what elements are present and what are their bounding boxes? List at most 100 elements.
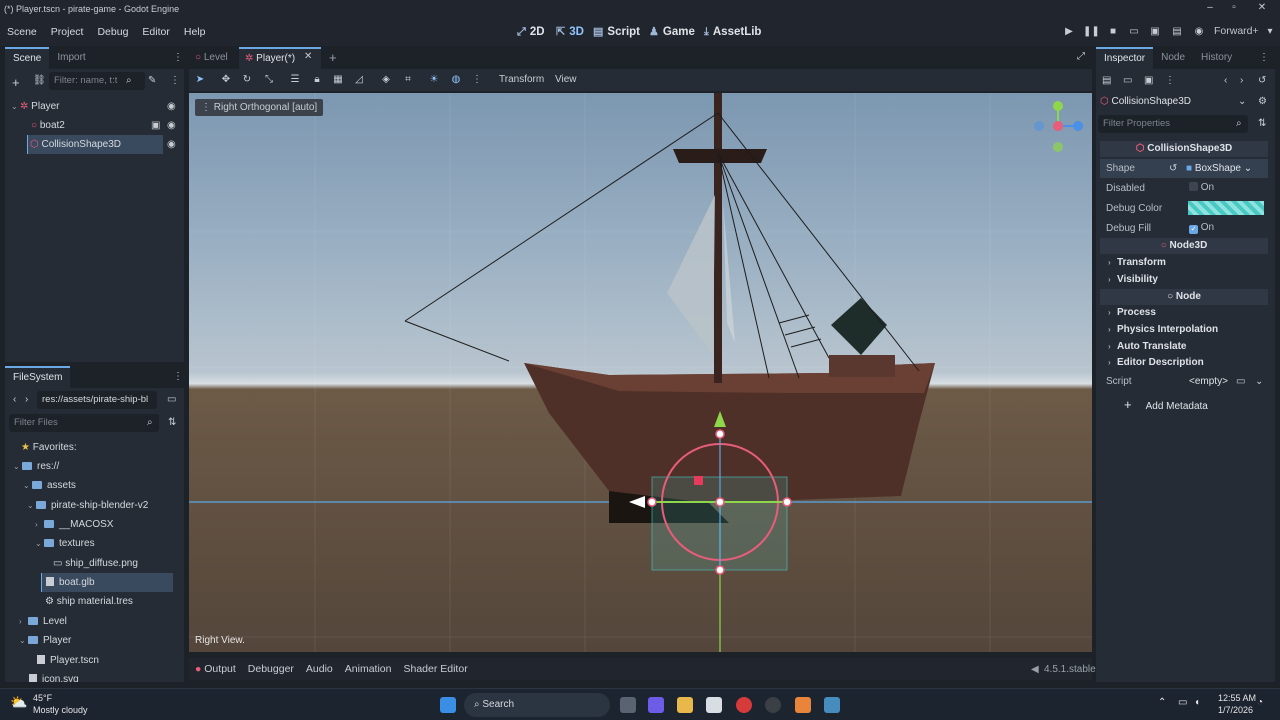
projection-menu[interactable]: ⋮ Right Orthogonal [auto] [195,99,324,116]
menu-editor[interactable]: Editor [135,18,176,46]
dock-menu-icon[interactable]: ⋮ [173,52,183,63]
renderer-select[interactable]: Forward+ [1214,25,1259,37]
blender-icon[interactable] [795,697,811,713]
script-attach-icon[interactable]: ✎ [148,75,156,86]
open-resource-icon[interactable]: ▭ [1123,75,1132,86]
minimize-icon[interactable]: – [1198,0,1222,18]
fs-item-macosx[interactable]: › __MACOSX [35,515,113,534]
tab-audio[interactable]: Audio [300,663,339,675]
tab-shader-editor[interactable]: Shader Editor [397,663,473,675]
godot-icon[interactable] [824,697,840,713]
network-icon[interactable]: ▭ [1178,697,1187,708]
fs-item-boat-glb[interactable]: boat.glb [41,573,173,592]
chrome-icon[interactable] [765,697,781,713]
sun-preview-icon[interactable]: ☀ [427,73,441,87]
close-tab-icon[interactable]: ✕ [304,51,312,62]
transform-menu[interactable]: Transform [499,74,544,85]
main-screen-assetlib-button[interactable]: ⤓ AssetLib [704,18,761,46]
tree-node-collisionshape3d[interactable]: ⬡ CollisionShape3D [27,135,163,154]
dock-menu-icon[interactable]: ⋮ [1259,52,1269,63]
inspector-filter-input[interactable]: Filter Properties [1098,115,1248,133]
store-icon[interactable] [706,697,722,713]
history-forward-icon[interactable]: › [1240,75,1243,86]
task-view-icon[interactable] [620,697,636,713]
fs-item-textures[interactable]: ⌄ textures [35,534,95,553]
distraction-free-icon[interactable]: ⤢ [1077,51,1085,62]
stop-icon[interactable]: ■ [1105,24,1121,40]
back-icon[interactable]: ‹ [13,394,16,405]
tab-history[interactable]: History [1193,47,1240,69]
split-view-icon[interactable]: ▭ [167,394,176,405]
filter-options-icon[interactable]: ⇅ [1258,118,1266,129]
property-disabled-checkbox[interactable]: On [1189,182,1214,193]
section-editor-description[interactable]: › Editor Description [1108,357,1204,368]
sort-icon[interactable]: ⇅ [168,417,176,428]
chevron-down-icon[interactable]: ⌄ [1238,96,1246,107]
main-screen-game-button[interactable]: ♟ Game [649,18,695,46]
tab-debugger[interactable]: Debugger [242,663,300,675]
menu-help[interactable]: Help [177,18,213,46]
tab-scene[interactable]: Scene [5,47,50,69]
chevron-up-icon[interactable]: ⌃ [1158,697,1166,708]
local-space-icon[interactable]: ◈ [379,73,393,87]
tab-inspector[interactable]: Inspector [1096,47,1154,69]
group-icon[interactable]: ▦ [331,73,345,87]
scale-tool-icon[interactable]: ⤡ [262,73,276,87]
forward-icon[interactable]: › [25,394,28,405]
menu-scene[interactable]: Scene [0,18,44,46]
tab-node[interactable]: Node [1153,47,1193,69]
fs-item-player-tscn[interactable]: Player.tscn [37,651,99,670]
view-orientation-gizmo[interactable] [1034,101,1083,152]
property-debug-fill-checkbox[interactable]: ✓ On [1189,222,1214,234]
property-shape-value[interactable]: ■ BoxShape ⌄ [1186,160,1268,177]
movie-maker-icon[interactable]: ◉ [1191,24,1207,40]
remote-debug-icon[interactable]: ▭ [1126,24,1142,40]
main-screen-script-button[interactable]: ▤ Script [593,18,640,46]
opera-icon[interactable] [736,697,752,713]
inspected-node-selector[interactable]: ⬡ CollisionShape3D [1100,93,1250,111]
section-auto-translate[interactable]: › Auto Translate [1108,341,1186,352]
node-settings-icon[interactable]: ⚙ [1258,96,1267,107]
snap-icon[interactable]: ⌗ [401,73,415,87]
filesystem-filter-input[interactable]: Filter Files [9,414,159,432]
menu-debug[interactable]: Debug [90,18,135,46]
move-tool-icon[interactable]: ✥ [219,73,233,87]
new-resource-icon[interactable]: ▤ [1102,75,1111,86]
menu-project[interactable]: Project [44,18,91,46]
windows-start-icon[interactable] [440,697,456,713]
play-icon[interactable]: ▶ [1061,24,1077,40]
toolbar-more-icon[interactable]: ⋮ [470,73,484,87]
list-select-icon[interactable]: ☰ [288,73,302,87]
tab-filesystem[interactable]: FileSystem [5,366,71,388]
notification-icon[interactable]: ◔ [1257,697,1263,708]
property-debug-color-swatch[interactable] [1188,201,1264,215]
fs-item-player-folder[interactable]: ⌄ Player [19,631,71,650]
environment-preview-icon[interactable]: ◍ [449,73,463,87]
fs-item-res[interactable]: ⌄ res:// [13,457,59,476]
tab-output[interactable]: ● Output [189,663,242,675]
tree-node-player[interactable]: ⌄ ✲ Player [11,97,181,116]
main-screen-2d-button[interactable]: ⤢ 2D [517,18,545,46]
app-icon[interactable] [648,697,664,713]
ruler-icon[interactable]: ◿ [352,73,366,87]
save-resource-icon[interactable]: ▣ [1144,75,1153,86]
add-tab-icon[interactable]: + [329,50,337,65]
play-custom-scene-icon[interactable]: ▤ [1169,24,1185,40]
fs-item-ship-diffuse[interactable]: ▭ ship_diffuse.png [53,554,138,573]
filesystem-path-input[interactable]: res://assets/pirate-ship-bl [37,391,157,409]
section-visibility[interactable]: › Visibility [1108,274,1158,285]
visibility-eye-icon[interactable]: ◉ [167,139,176,150]
fs-item-favorites[interactable]: ★ Favorites: [21,438,77,457]
clock-time[interactable]: 12:55 AM [1218,693,1256,703]
tab-import[interactable]: Import [49,47,93,69]
file-explorer-icon[interactable] [677,697,693,713]
fs-item-ship-material[interactable]: ⚙ ship material.tres [45,592,133,611]
section-process[interactable]: › Process [1108,307,1156,318]
chevron-down-icon[interactable]: ⌄ [1255,376,1263,387]
view-menu[interactable]: View [555,74,577,85]
fs-item-assets[interactable]: ⌄ assets [23,476,76,495]
visibility-eye-icon[interactable]: ◉ [167,120,176,131]
volume-icon[interactable]: ◖ [1194,697,1200,708]
renderer-dropdown-icon[interactable]: ▾ [1262,24,1278,40]
select-tool-icon[interactable]: ➤ [193,73,207,87]
